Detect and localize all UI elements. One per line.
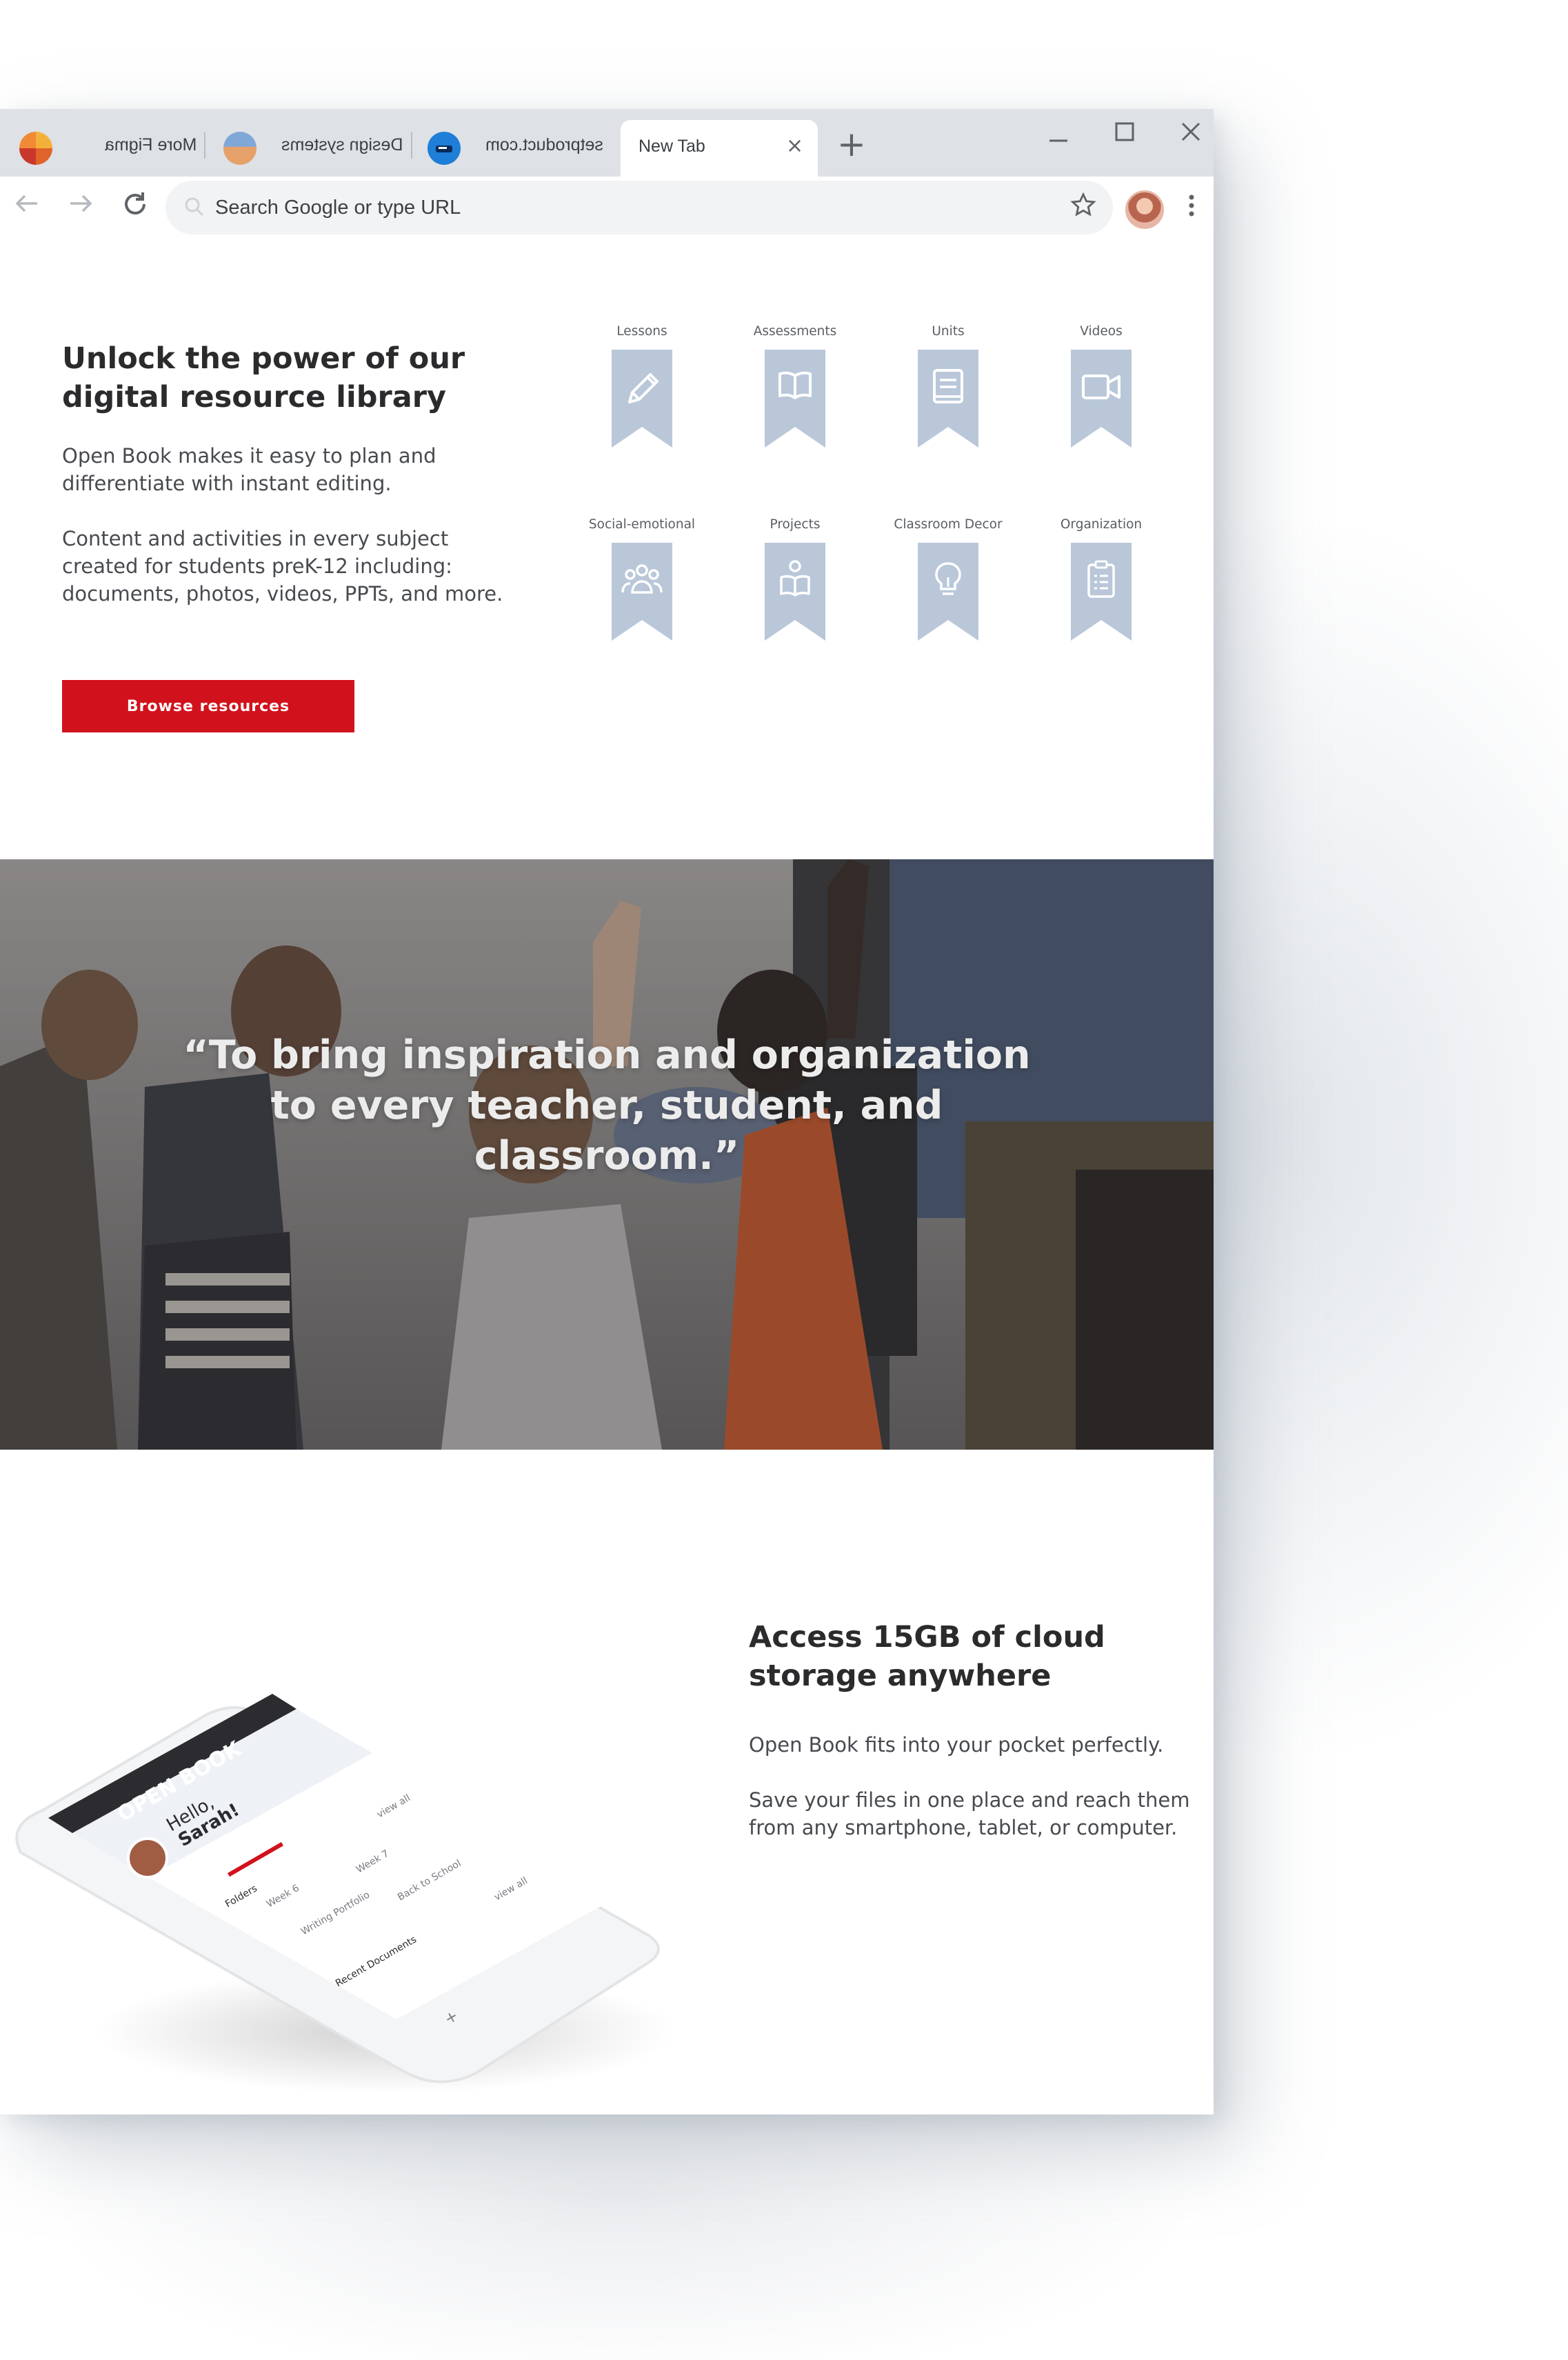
reload-icon[interactable] xyxy=(120,189,150,224)
address-bar-placeholder: Search Google or type URL xyxy=(215,197,461,219)
open-book-icon xyxy=(765,350,825,448)
tab-more-figma[interactable]: More Figma xyxy=(0,109,200,177)
phone-mockup: OPEN BOOK Hello, Sarah! view all Week 7 … xyxy=(0,1687,676,2101)
tab-divider xyxy=(411,132,412,159)
figma-favicon-icon xyxy=(19,132,52,165)
text-line: documents, photos, videos, PPTs, and mor… xyxy=(62,582,503,606)
category-lessons[interactable]: Lessons xyxy=(583,324,701,448)
forward-arrow-icon[interactable] xyxy=(66,189,95,223)
tab-title: Design systems xyxy=(281,135,403,154)
category-videos[interactable]: Videos xyxy=(1043,324,1160,448)
tab-design-systems[interactable]: Design systems xyxy=(207,109,407,177)
storage-title-line: Access 15GB of cloud xyxy=(749,1620,1105,1654)
category-label: Units xyxy=(932,324,965,339)
category-assessments[interactable]: Assessments xyxy=(736,324,854,448)
text-line: differentiate with instant editing. xyxy=(62,472,392,495)
browse-resources-button[interactable]: Browse resources xyxy=(62,680,354,732)
category-projects[interactable]: Projects xyxy=(736,517,854,641)
tab-divider xyxy=(204,132,205,159)
tab-strip: More Figma Design systems setproduct.com… xyxy=(0,109,1214,177)
quote-line: classroom.” xyxy=(474,1133,740,1179)
browser-window: More Figma Design systems setproduct.com… xyxy=(0,109,1214,2114)
clipboard-icon xyxy=(1071,543,1132,641)
category-label: Classroom Decor xyxy=(894,517,1003,532)
tab-setproduct[interactable]: setproduct.com xyxy=(414,109,621,177)
maximize-icon[interactable] xyxy=(1114,121,1135,145)
document-icon xyxy=(918,350,978,448)
phone-mockup-illustration: OPEN BOOK Hello, Sarah! view all Week 7 … xyxy=(15,1694,676,2094)
address-bar[interactable]: Search Google or type URL xyxy=(165,181,1113,234)
tab-new-tab[interactable]: New Tab × xyxy=(621,120,818,177)
bookmark-star-icon[interactable] xyxy=(1070,192,1096,223)
search-icon xyxy=(183,196,205,221)
category-classroom-decor[interactable]: Classroom Decor xyxy=(889,517,1007,641)
text-line: Open Book fits into your pocket perfectl… xyxy=(749,1733,1164,1757)
lightbulb-icon xyxy=(918,543,978,641)
intro-title-line: digital resource library xyxy=(62,380,446,414)
tab-title: More Figma xyxy=(105,135,197,154)
page-content: Unlock the power of our digital resource… xyxy=(0,239,1214,2114)
phone-avatar xyxy=(127,1837,168,1879)
text-line: Open Book makes it easy to plan and xyxy=(62,444,436,468)
close-tab-icon[interactable]: × xyxy=(786,134,803,158)
close-window-icon[interactable] xyxy=(1180,121,1201,145)
storage-title-line: storage anywhere xyxy=(749,1659,1052,1693)
category-label: Assessments xyxy=(753,324,837,339)
tab-title: New Tab xyxy=(639,137,705,156)
hero-banner: “To bring inspiration and organization t… xyxy=(0,859,1214,1450)
tab-title: setproduct.com xyxy=(485,135,603,154)
category-organization[interactable]: Organization xyxy=(1043,517,1160,641)
category-units[interactable]: Units xyxy=(889,324,1007,448)
new-tab-plus-icon[interactable]: + xyxy=(837,127,866,161)
category-label: Videos xyxy=(1080,324,1123,339)
storage-paragraph: Open Book fits into your pocket perfectl… xyxy=(749,1731,1163,1759)
text-line: from any smartphone, tablet, or computer… xyxy=(749,1816,1178,1839)
intro-title: Unlock the power of our digital resource… xyxy=(62,339,465,417)
storage-paragraph: Save your files in one place and reach t… xyxy=(749,1786,1189,1841)
people-group-icon xyxy=(612,543,672,641)
text-line: created for students preK-12 including: xyxy=(62,554,452,578)
minimize-icon[interactable] xyxy=(1048,130,1069,153)
category-label: Organization xyxy=(1060,517,1143,532)
pencil-icon xyxy=(612,350,672,448)
category-social-emotional[interactable]: Social-emotional xyxy=(583,517,701,641)
quote-line: to every teacher, student, and xyxy=(270,1083,943,1128)
person-reading-icon xyxy=(765,543,825,641)
profile-avatar[interactable] xyxy=(1125,190,1164,229)
category-label: Social-emotional xyxy=(588,517,696,532)
landscape-favicon-icon xyxy=(223,132,257,165)
back-arrow-icon[interactable] xyxy=(12,189,41,223)
intro-title-line: Unlock the power of our xyxy=(62,341,465,376)
text-line: Content and activities in every subject xyxy=(62,527,449,550)
video-camera-icon xyxy=(1071,350,1132,448)
text-line: Save your files in one place and reach t… xyxy=(749,1788,1190,1812)
quote-line: “To bring inspiration and organization xyxy=(183,1032,1031,1078)
storage-title: Access 15GB of cloud storage anywhere xyxy=(749,1618,1105,1695)
kebab-menu-icon[interactable] xyxy=(1185,190,1198,226)
mission-quote: “To bring inspiration and organization t… xyxy=(0,1030,1214,1181)
setproduct-favicon-icon xyxy=(428,132,461,165)
intro-paragraph: Content and activities in every subject … xyxy=(62,525,503,608)
category-label: Lessons xyxy=(616,324,667,339)
intro-paragraph: Open Book makes it easy to plan and diff… xyxy=(62,442,436,497)
browser-toolbar: Search Google or type URL xyxy=(0,177,1214,240)
category-label: Projects xyxy=(770,517,821,532)
